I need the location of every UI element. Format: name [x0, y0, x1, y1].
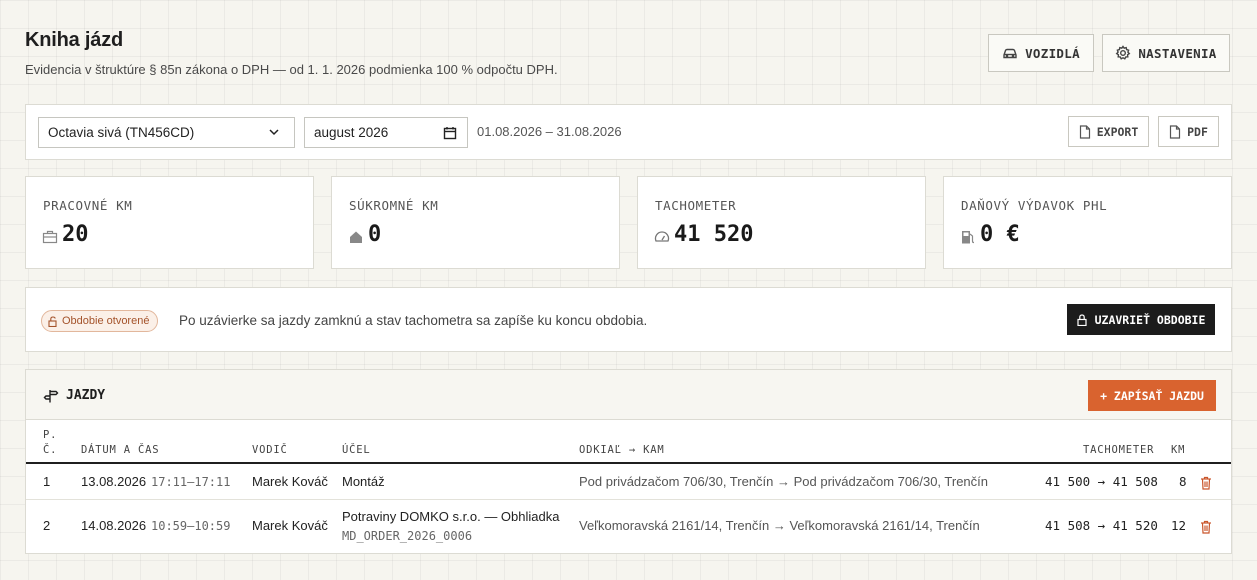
stat-value: 0	[368, 222, 382, 247]
trip-date: 13.08.2026	[81, 474, 147, 489]
lock-icon	[1077, 313, 1087, 326]
home-icon	[350, 231, 362, 243]
stat-label: PRACOVNÉ KM	[43, 198, 133, 213]
trip-purpose: Montáž	[342, 474, 385, 489]
trip-driver: Marek Kováč	[252, 518, 328, 533]
trip-order-id: MD_ORDER_2026_0006	[342, 529, 473, 543]
stat-value: 0 €	[980, 222, 1020, 247]
trip-odometer: 41 508 → 41 520	[1045, 518, 1158, 533]
table-header-divider	[26, 462, 1231, 464]
row-divider	[26, 499, 1231, 500]
pdf-button[interactable]: PDF	[1158, 116, 1219, 147]
stat-value: 20	[62, 222, 89, 247]
stat-card-private-km: SÚKROMNÉ KM 0	[331, 176, 620, 269]
trip-km: 8	[1179, 474, 1187, 489]
closure-info-text: Po uzávierke sa jazdy zamknú a stav tach…	[179, 313, 648, 328]
signpost-icon	[43, 389, 59, 402]
gauge-icon	[654, 231, 670, 242]
stat-label: DAŇOVÝ VÝDAVOK PHL	[961, 198, 1108, 213]
trip-date: 14.08.2026	[81, 518, 147, 533]
page-title: Kniha jázd	[25, 29, 124, 51]
fuel-pump-icon	[962, 231, 974, 244]
col-header-route: ODKIAĽ → KAM	[579, 444, 665, 456]
trash-icon[interactable]	[1200, 520, 1212, 534]
trip-no: 2	[43, 518, 51, 533]
calendar-icon[interactable]	[443, 126, 457, 140]
close-period-button-label: UZAVRIEŤ OBDOBIE	[1094, 312, 1206, 327]
trip-driver: Marek Kováč	[252, 474, 328, 489]
car-icon	[1003, 48, 1017, 59]
settings-button-label: NASTAVENIA	[1138, 45, 1217, 61]
trip-purpose: Potraviny DOMKO s.r.o. — Obhliadka	[342, 509, 560, 524]
export-button[interactable]: EXPORT	[1068, 116, 1149, 147]
col-header-purpose: ÚČEL	[342, 444, 371, 456]
vehicle-select-value: Octavia sivá (TN456CD)	[48, 125, 195, 140]
vehicles-button-label: VOZIDLÁ	[1025, 45, 1080, 61]
trash-icon[interactable]	[1200, 476, 1212, 490]
stat-label: TACHOMETER	[655, 198, 737, 213]
pdf-button-label: PDF	[1187, 124, 1208, 139]
close-period-button[interactable]: UZAVRIEŤ OBDOBIE	[1067, 304, 1215, 335]
date-range: 01.08.2026 – 31.08.2026	[477, 124, 622, 139]
vehicle-select[interactable]: Octavia sivá (TN456CD)	[38, 117, 295, 148]
chevron-down-icon	[269, 129, 279, 136]
col-header-no: P.	[43, 429, 58, 441]
trip-route: Pod privádzačom 706/30, Trenčín → Pod pr…	[579, 474, 989, 489]
file-icon	[1079, 124, 1090, 139]
period-status-badge: Obdobie otvorené	[41, 310, 159, 332]
trips-title: JAZDY	[43, 388, 105, 403]
stat-label: SÚKROMNÉ KM	[349, 198, 439, 213]
trip-time: 10:59–10:59	[151, 519, 231, 533]
month-input[interactable]: august 2026	[304, 117, 468, 148]
col-header-datetime: DÁTUM A ČAS	[81, 444, 160, 456]
trip-route: Veľkomoravská 2161/14, Trenčín → Veľkomo…	[579, 518, 980, 533]
stat-card-fuel-tax: DAŇOVÝ VÝDAVOK PHL 0 €	[943, 176, 1232, 269]
col-header-driver: VODIČ	[252, 444, 288, 456]
file-icon	[1170, 124, 1181, 139]
col-header-odometer: TACHOMETER	[1083, 444, 1155, 456]
export-button-label: EXPORT	[1096, 124, 1139, 139]
page-subtitle: Evidencia v štruktúre § 85n zákona o DPH…	[25, 62, 558, 77]
unlock-icon	[48, 315, 57, 327]
period-status-label: Obdobie otvorené	[62, 315, 150, 327]
gear-icon	[1115, 45, 1131, 60]
trips-title-label: JAZDY	[66, 388, 106, 403]
add-trip-button[interactable]: + ZAPÍSAŤ JAZDU	[1088, 380, 1216, 411]
stat-card-odometer: TACHOMETER 41 520	[637, 176, 926, 269]
col-header-no: Č.	[43, 444, 58, 456]
month-input-value: august 2026	[314, 125, 389, 140]
trips-panel-header	[26, 370, 1231, 420]
trip-km: 12	[1171, 518, 1187, 533]
settings-button[interactable]: NASTAVENIA	[1102, 34, 1230, 72]
trip-odometer: 41 500 → 41 508	[1045, 474, 1158, 489]
stat-card-work-km: PRACOVNÉ KM 20	[25, 176, 314, 269]
col-header-km: KM	[1171, 444, 1186, 456]
stat-value: 41 520	[674, 222, 754, 247]
briefcase-icon	[42, 230, 58, 244]
trips-panel: JAZDY + ZAPÍSAŤ JAZDU P. Č. DÁTUM A ČAS …	[25, 369, 1232, 554]
trip-time: 17:11–17:11	[151, 475, 231, 489]
trip-no: 1	[43, 474, 51, 489]
vehicles-button[interactable]: VOZIDLÁ	[988, 34, 1094, 72]
